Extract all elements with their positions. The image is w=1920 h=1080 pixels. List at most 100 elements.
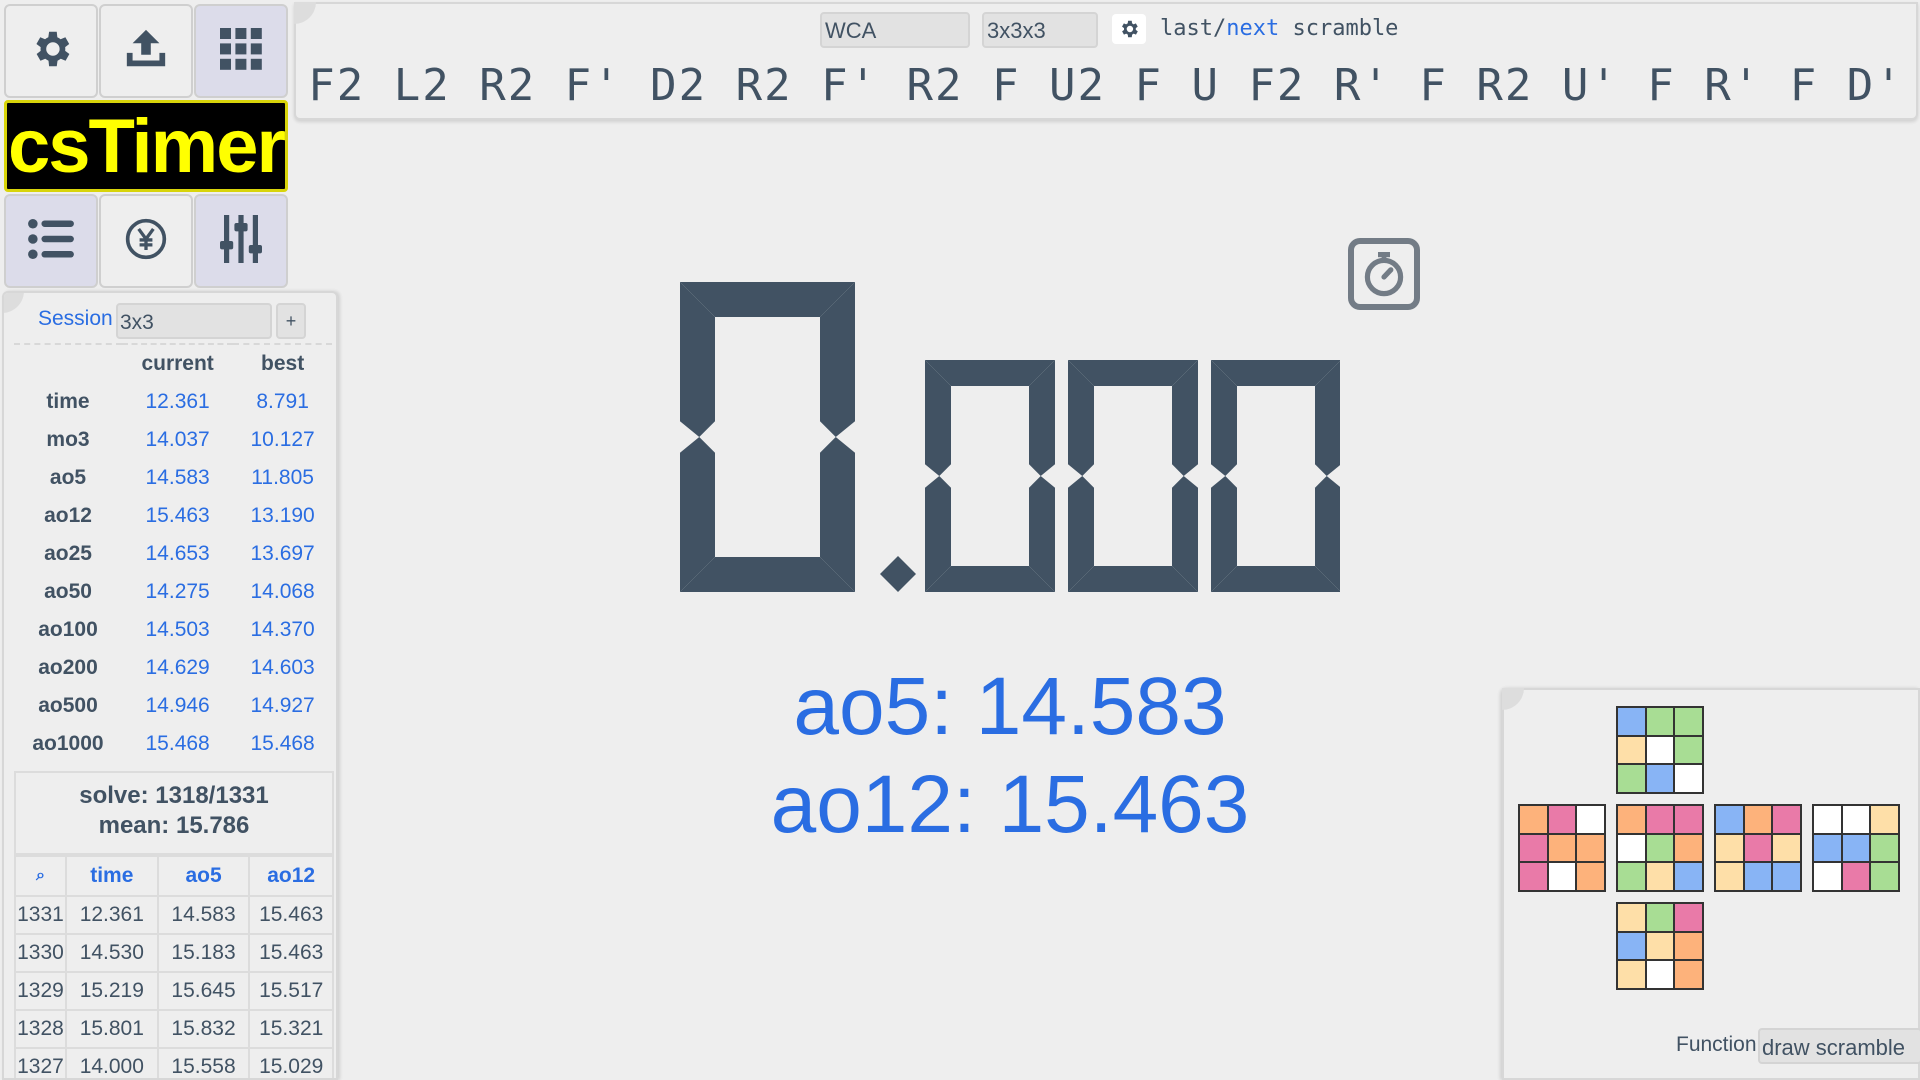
solve-time[interactable]: 14.000 [64,1047,159,1078]
summary-current-value[interactable]: 14.653 [122,535,233,573]
tool-panel: Function draw scramble [1502,688,1920,1080]
summary-current-value[interactable]: 14.503 [122,611,233,649]
solve-time[interactable]: 14.530 [64,933,159,973]
summary-best-value[interactable]: 13.697 [233,535,332,573]
function-select[interactable]: draw scramble [1758,1028,1920,1064]
stats-panel: Session 3x3 + current best time 12.361 8.7… [2,291,338,1080]
next-scramble-link[interactable]: next [1226,16,1279,41]
summary-row: ao50 14.275 14.068 [14,573,332,611]
solve-ao12[interactable]: 15.321 [248,1009,334,1049]
summary-current-value[interactable]: 14.037 [122,421,233,459]
timer-display[interactable] [680,282,1340,592]
panel-corner-handle[interactable] [4,293,24,313]
cube-sticker [1645,833,1675,863]
timer-digit [680,282,855,592]
solve-ao5[interactable]: 15.183 [156,933,251,973]
tools-settings-button[interactable] [194,194,288,288]
panel-corner-handle[interactable] [1502,688,1524,710]
solve-ao5[interactable]: 14.583 [156,895,251,935]
stats-button[interactable] [4,194,98,288]
solve-time[interactable]: 15.219 [64,971,159,1011]
cube-sticker [1617,862,1646,891]
summary-current-value[interactable]: 14.629 [122,649,233,687]
summary-best-value[interactable]: 13.190 [233,497,332,535]
scramble-word: scramble [1292,16,1399,41]
scramble-type-select[interactable]: WCA [820,12,970,48]
solve-ao12[interactable]: 15.463 [248,895,334,935]
summary-best-value[interactable]: 14.370 [233,611,332,649]
donate-button[interactable] [99,194,193,288]
cube-sticker [1870,833,1899,863]
cube-sticker [1743,862,1773,891]
solve-ao12[interactable]: 15.463 [248,933,334,973]
session-label[interactable]: Session [38,307,113,331]
summary-best-value[interactable]: 15.468 [233,725,332,763]
session-select[interactable]: 3x3 [116,303,272,339]
cube-sticker [1674,903,1703,932]
cube-sticker [1645,903,1675,932]
summary-current-value[interactable]: 15.463 [122,497,233,535]
solve-index[interactable]: 1331 [14,895,67,935]
session-mean: mean: 15.786 [98,812,250,839]
cube-sticker [1674,735,1703,765]
summary-current-value[interactable]: 14.583 [122,459,233,497]
solve-time[interactable]: 12.361 [64,895,159,935]
last-scramble-link[interactable]: last [1160,16,1213,41]
scramble-tools-button[interactable] [194,4,288,98]
stopwatch-icon[interactable] [1348,238,1420,310]
summary-current-value[interactable]: 14.946 [122,687,233,725]
cstimer-logo[interactable]: csTimer [4,100,288,192]
summary-current-value[interactable]: 15.468 [122,725,233,763]
scramble-settings-gear-icon[interactable] [1112,14,1146,44]
solve-count: solve: 1318/1331 [79,782,269,809]
summary-current-value[interactable]: 14.275 [122,573,233,611]
summary-row-label: ao25 [44,542,92,565]
yen-coin-icon [124,217,168,266]
solve-ao5[interactable]: 15.645 [156,971,251,1011]
summary-row-label: ao500 [38,694,98,717]
cube-sticker [1547,833,1577,863]
cube-sticker [1645,735,1675,765]
cube-face-B [1812,804,1900,892]
panel-corner-handle[interactable] [294,2,316,24]
puzzle-select[interactable]: 3x3x3 [982,12,1098,48]
export-button[interactable] [99,4,193,98]
cube-sticker [1519,805,1548,834]
solves-table: ⌕ time ao5 ao12 1331 12.361 14.583 15.463 13… [14,855,334,1078]
solve-ao5[interactable]: 15.832 [156,1009,251,1049]
solves-header-time[interactable]: time [64,855,159,897]
cube-sticker [1674,960,1703,989]
summary-best-value[interactable]: 14.927 [233,687,332,725]
solve-ao12[interactable]: 15.029 [248,1047,334,1078]
cube-sticker [1715,805,1744,834]
timer-digit [1068,360,1198,592]
solve-index[interactable]: 1329 [14,971,67,1011]
summary-best-value[interactable]: 10.127 [233,421,332,459]
solve-index[interactable]: 1328 [14,1009,67,1049]
summary-best-value[interactable]: 11.805 [233,459,332,497]
table-row: 1328 15.801 15.832 15.321 [14,1009,334,1049]
cube-sticker [1547,862,1577,891]
solve-time[interactable]: 15.801 [64,1009,159,1049]
search-icon[interactable]: ⌕ [14,855,67,897]
options-button[interactable] [4,4,98,98]
solve-index[interactable]: 1330 [14,933,67,973]
cube-sticker [1841,805,1871,834]
cube-face-F [1616,804,1704,892]
cube-sticker [1674,931,1703,961]
summary-best-value[interactable]: 8.791 [233,383,332,421]
add-session-button[interactable]: + [276,303,306,339]
summary-best-value[interactable]: 14.603 [233,649,332,687]
cube-sticker [1617,707,1646,736]
summary-current-value[interactable]: 12.361 [122,383,233,421]
summary-best-value[interactable]: 14.068 [233,573,332,611]
solve-ao12[interactable]: 15.517 [248,971,334,1011]
solves-header-ao5[interactable]: ao5 [156,855,251,897]
summary-header-best: best [261,352,305,375]
scramble-text[interactable]: F2 L2 R2 F' D2 R2 F' R2 F U2 F U F2 R' F… [296,60,1916,111]
solve-index[interactable]: 1327 [14,1047,67,1078]
summary-row-label: ao100 [38,618,98,641]
solve-ao5[interactable]: 15.558 [156,1047,251,1078]
solves-header-ao12[interactable]: ao12 [248,855,334,897]
summary-row-label: ao1000 [32,732,104,755]
